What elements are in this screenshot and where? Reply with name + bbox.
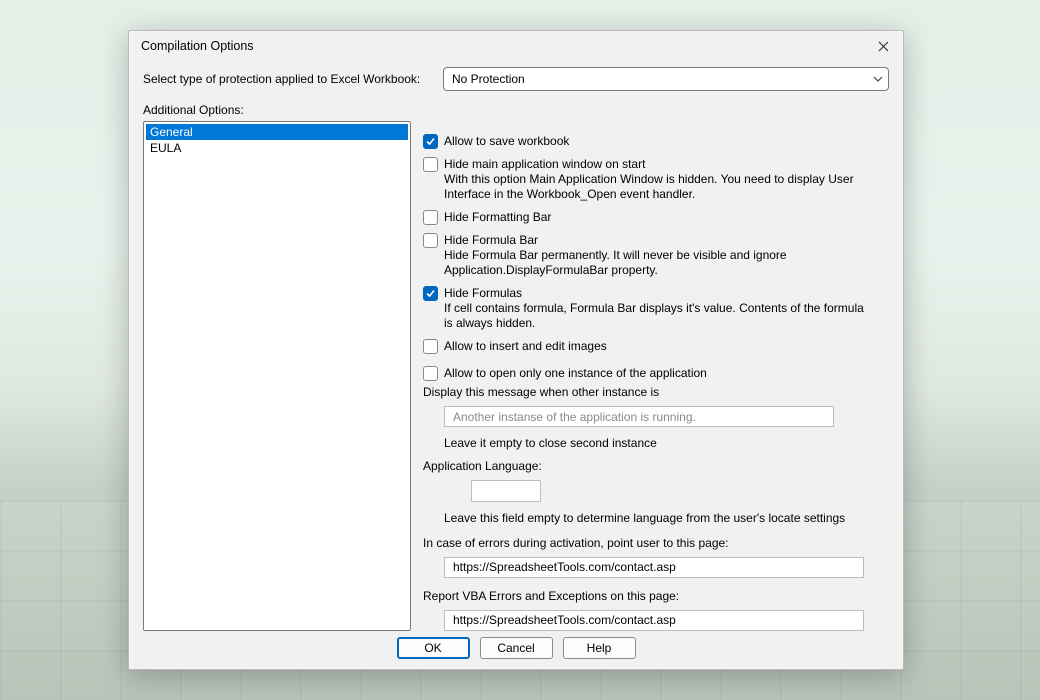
close-button[interactable] xyxy=(871,34,895,58)
vba-error-input[interactable] xyxy=(444,610,864,631)
checkbox[interactable] xyxy=(423,210,438,225)
instance-message-hint: Leave it empty to close second instance xyxy=(444,436,889,450)
checkbox[interactable] xyxy=(423,157,438,172)
option-label: Allow to save workbook xyxy=(444,133,569,149)
option-hide-main-window[interactable]: Hide main application window on start xyxy=(423,156,889,172)
option-one-instance[interactable]: Allow to open only one instance of the a… xyxy=(423,365,889,381)
protection-row: Select type of protection applied to Exc… xyxy=(143,67,889,91)
checkbox[interactable] xyxy=(423,366,438,381)
protection-select-value: No Protection xyxy=(443,67,889,91)
option-allow-images[interactable]: Allow to insert and edit images xyxy=(423,338,889,354)
checkbox[interactable] xyxy=(423,134,438,149)
instance-message-input[interactable] xyxy=(444,406,834,427)
close-icon xyxy=(878,41,889,52)
checkbox[interactable] xyxy=(423,339,438,354)
option-label: Hide Formatting Bar xyxy=(444,209,551,225)
general-options-panel: Allow to save workbook Hide main applica… xyxy=(423,121,889,631)
option-desc: If cell contains formula, Formula Bar di… xyxy=(444,301,874,331)
app-language-label: Application Language: xyxy=(423,459,889,473)
help-button[interactable]: Help xyxy=(563,637,636,659)
list-item-eula[interactable]: EULA xyxy=(146,140,408,156)
app-language-input[interactable] xyxy=(471,480,541,501)
option-label: Allow to open only one instance of the a… xyxy=(444,365,707,381)
protection-label: Select type of protection applied to Exc… xyxy=(143,72,443,86)
checkbox[interactable] xyxy=(423,233,438,248)
option-hide-formulas[interactable]: Hide Formulas xyxy=(423,285,889,301)
option-label: Hide main application window on start xyxy=(444,156,645,172)
list-item-general[interactable]: General xyxy=(146,124,408,140)
option-desc: With this option Main Application Window… xyxy=(444,172,874,202)
option-label: Allow to insert and edit images xyxy=(444,338,607,354)
activation-error-label: In case of errors during activation, poi… xyxy=(423,536,889,550)
dialog-content: Select type of protection applied to Exc… xyxy=(129,61,903,635)
columns: General EULA Allow to save workbook Hide… xyxy=(143,121,889,631)
option-desc: Hide Formula Bar permanently. It will ne… xyxy=(444,248,874,278)
titlebar: Compilation Options xyxy=(129,31,903,61)
option-label: Hide Formula Bar xyxy=(444,232,538,248)
additional-options-label: Additional Options: xyxy=(143,103,889,117)
ok-button[interactable]: OK xyxy=(397,637,470,659)
window-title: Compilation Options xyxy=(141,39,871,53)
option-label: Hide Formulas xyxy=(444,285,522,301)
activation-error-input[interactable] xyxy=(444,557,864,578)
instance-message-label: Display this message when other instance… xyxy=(423,385,889,399)
compilation-options-dialog: Compilation Options Select type of prote… xyxy=(128,30,904,670)
option-hide-formula-bar[interactable]: Hide Formula Bar xyxy=(423,232,889,248)
protection-select[interactable]: No Protection xyxy=(443,67,889,91)
vba-error-label: Report VBA Errors and Exceptions on this… xyxy=(423,589,889,603)
checkbox[interactable] xyxy=(423,286,438,301)
option-allow-save[interactable]: Allow to save workbook xyxy=(423,133,889,149)
app-language-hint: Leave this field empty to determine lang… xyxy=(444,511,889,525)
cancel-button[interactable]: Cancel xyxy=(480,637,553,659)
option-hide-formatting-bar[interactable]: Hide Formatting Bar xyxy=(423,209,889,225)
options-category-list[interactable]: General EULA xyxy=(143,121,411,631)
chevron-down-icon xyxy=(873,76,883,82)
dialog-button-row: OK Cancel Help xyxy=(129,635,903,669)
